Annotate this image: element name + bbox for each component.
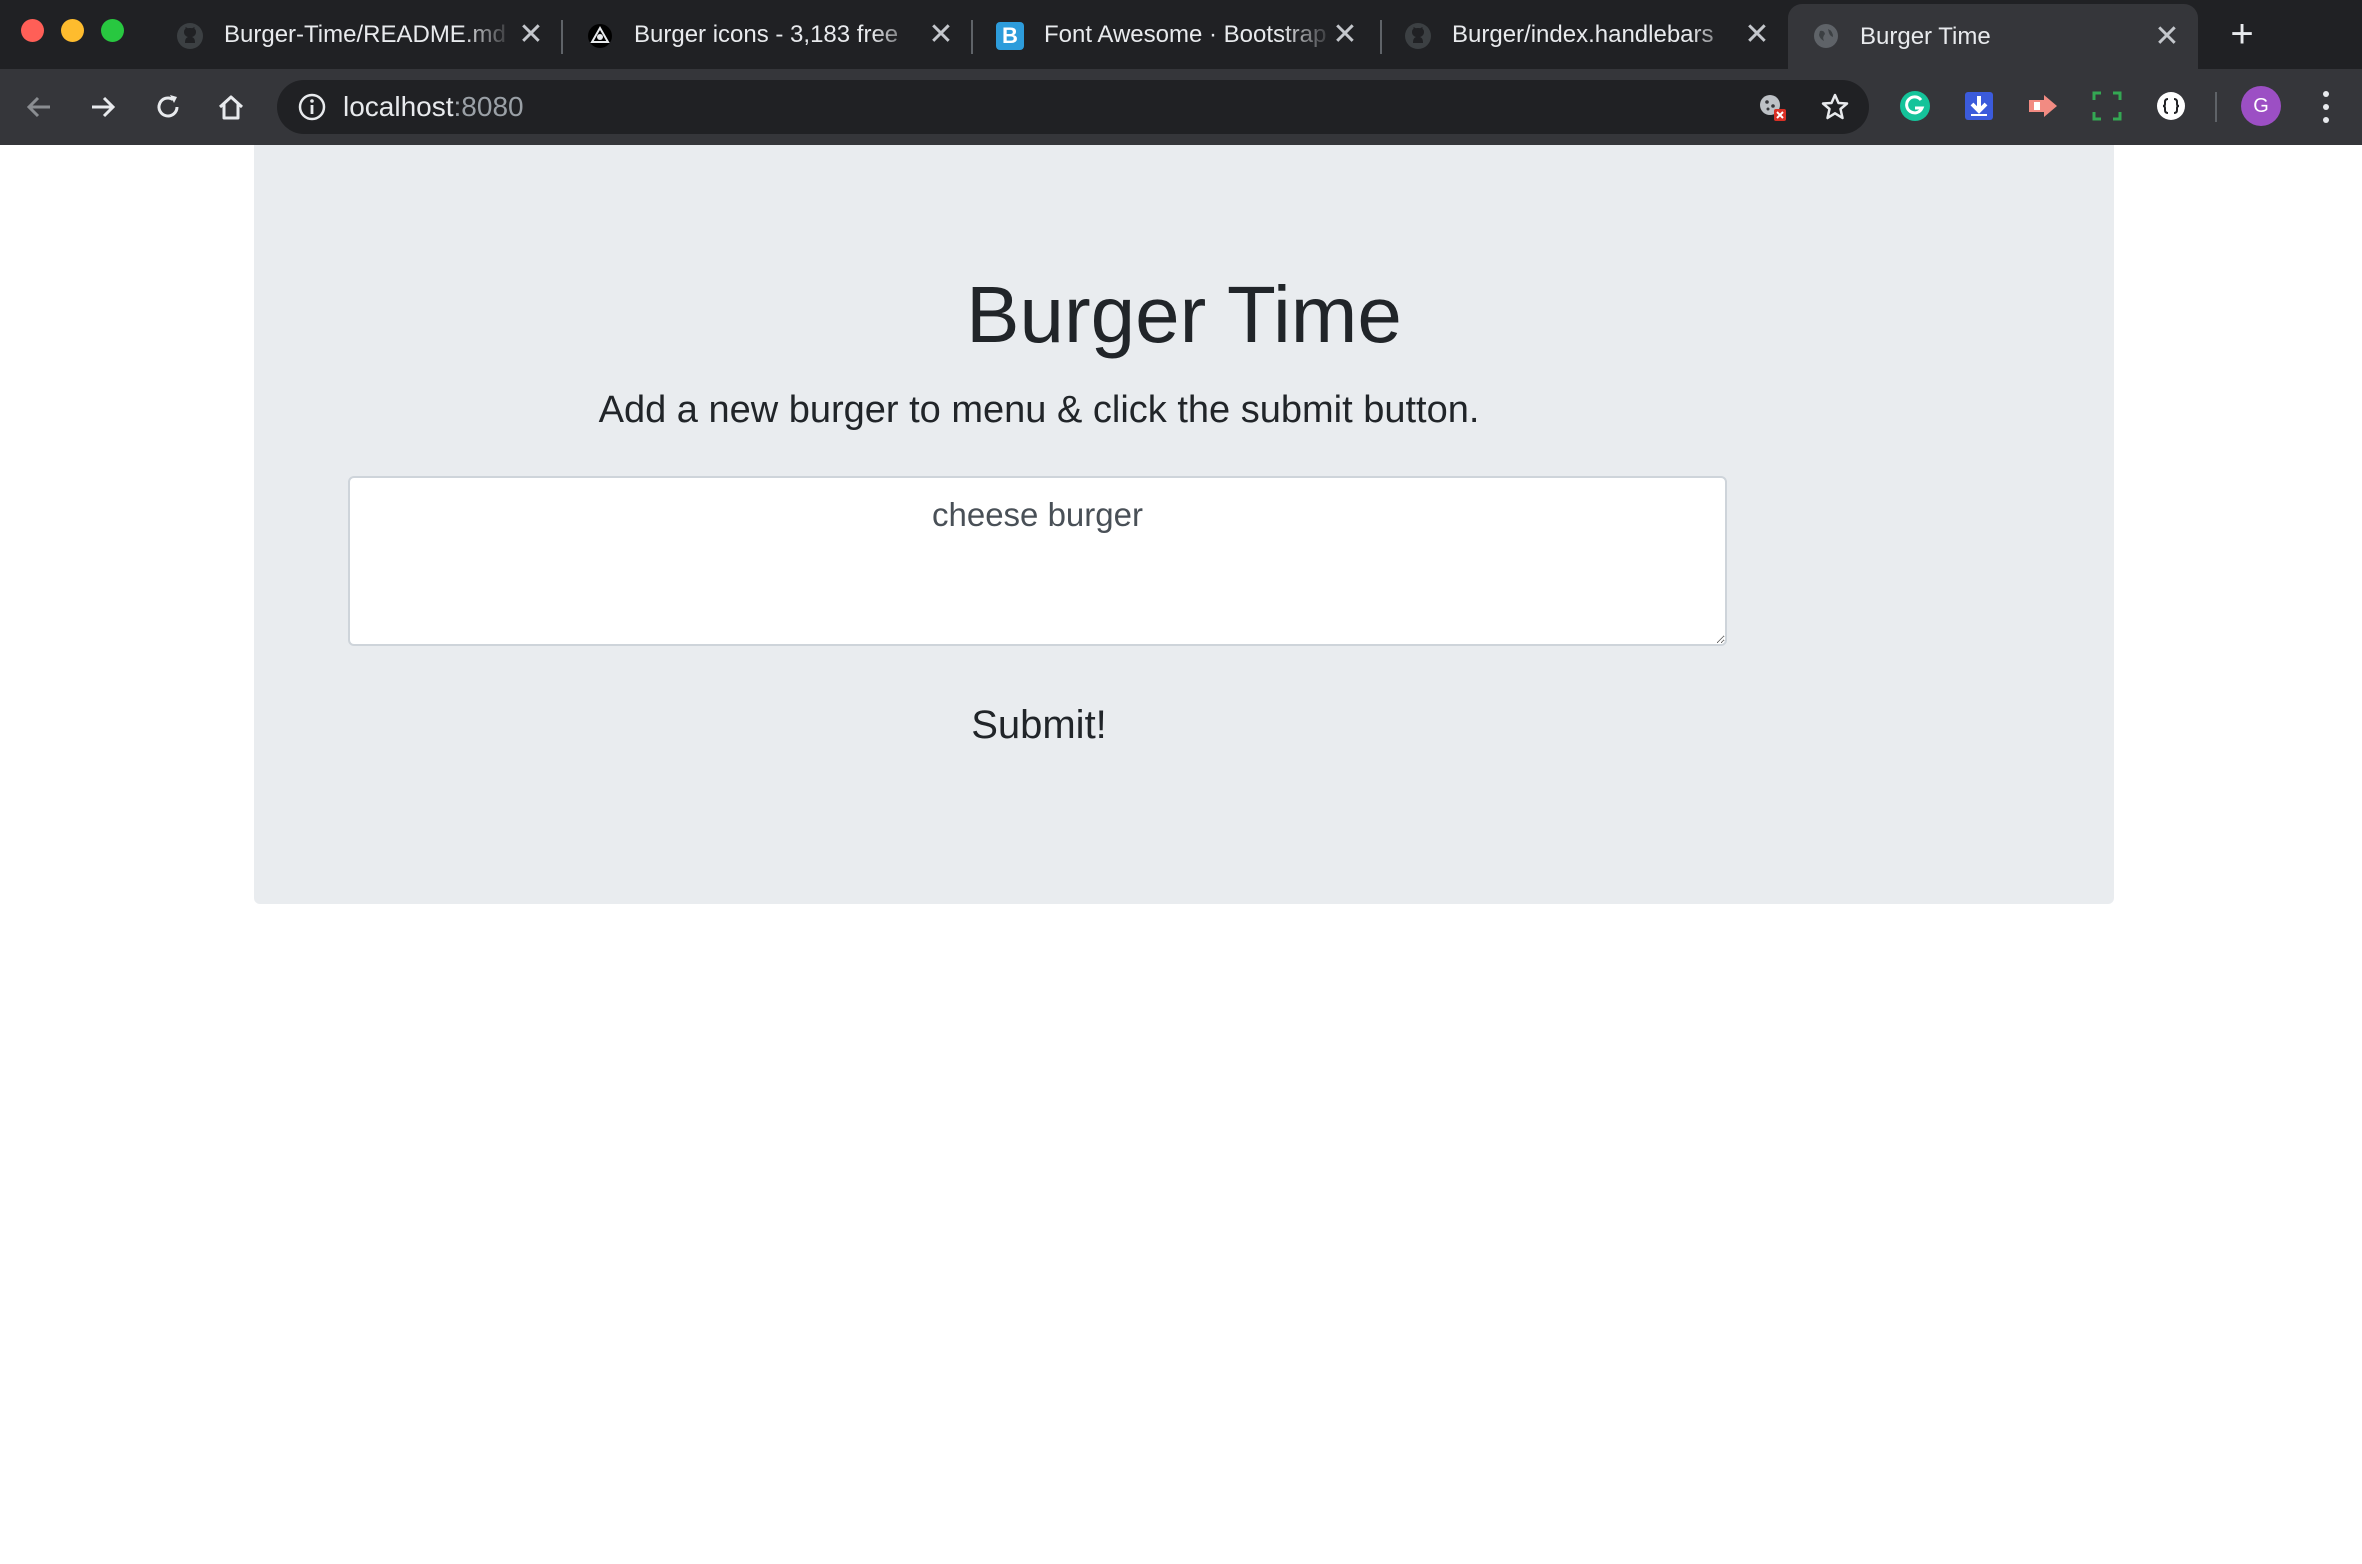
new-tab-button[interactable]: + <box>2222 14 2262 54</box>
github-icon <box>176 22 204 50</box>
tab-divider <box>561 20 563 54</box>
close-icon[interactable]: ✕ <box>1742 20 1772 50</box>
tab-burger-time-readme[interactable]: Burger-Time/README.md ✕ <box>176 6 552 64</box>
page-title: Burger Time <box>966 270 1402 359</box>
tab-burger-index-handlebars[interactable]: Burger/index.handlebars ✕ <box>1404 6 1780 64</box>
arrow-left-icon <box>26 96 50 118</box>
close-icon[interactable]: ✕ <box>926 20 956 50</box>
screenshot-frame-icon <box>2092 91 2122 121</box>
window-zoom-button[interactable] <box>101 19 124 42</box>
video-extension[interactable] <box>2025 88 2061 124</box>
tab-divider <box>971 20 973 54</box>
download-extension[interactable] <box>1961 88 1997 124</box>
jumbotron: Burger Time Add a new burger to menu & c… <box>254 145 2114 904</box>
burger-name-input[interactable]: cheese burger <box>348 476 1727 646</box>
bootstrap-icon: B <box>996 22 1024 50</box>
window-minimize-button[interactable] <box>61 19 84 42</box>
tab-divider <box>1380 20 1382 54</box>
grammarly-icon <box>1900 91 1930 121</box>
url-host: localhost <box>343 91 454 122</box>
github-icon <box>1404 22 1432 50</box>
window-close-button[interactable] <box>21 19 44 42</box>
browser-tab-strip: Burger-Time/README.md ✕ Burger icons - 3… <box>0 0 2362 69</box>
bootstrap-letter: B <box>1002 23 1018 48</box>
cookie-blocked-icon[interactable] <box>1757 92 1787 122</box>
bookmark-star-icon[interactable] <box>1820 92 1850 122</box>
globe-icon <box>1812 22 1840 50</box>
tab-burger-time-active[interactable]: Burger Time ✕ <box>1788 4 2198 69</box>
json-extension[interactable] <box>2153 88 2189 124</box>
menu-dot <box>2323 103 2329 110</box>
braces-icon <box>2157 92 2185 120</box>
forward-button[interactable] <box>84 88 122 126</box>
url-port: :8080 <box>453 91 524 122</box>
screenshot-extension[interactable] <box>2089 88 2125 124</box>
noun-project-icon <box>586 22 614 50</box>
menu-dot <box>2323 116 2329 123</box>
page-instructions: Add a new burger to menu & click the sub… <box>598 389 1480 431</box>
tab-title: Burger icons - 3,183 free <box>634 21 899 48</box>
tab-title: Burger-Time/README.md <box>224 21 506 48</box>
menu-dot <box>2323 91 2329 98</box>
home-button[interactable] <box>212 88 250 126</box>
browser-toolbar: localhost:8080 G <box>0 69 2362 145</box>
download-arrow-icon <box>1965 92 1993 120</box>
close-icon[interactable]: ✕ <box>1330 20 1360 50</box>
grammarly-extension[interactable] <box>1897 88 1933 124</box>
home-icon <box>218 95 244 120</box>
url-text[interactable]: localhost:8080 <box>343 80 524 134</box>
browser-menu-icon[interactable] <box>2318 88 2334 126</box>
reload-icon <box>157 95 179 118</box>
tab-font-awesome-bootstrap[interactable]: B Font Awesome · Bootstrap ✕ <box>996 6 1372 64</box>
tab-title: Burger/index.handlebars <box>1452 21 1714 48</box>
address-bar[interactable]: localhost:8080 <box>277 80 1869 134</box>
tab-title: Burger Time <box>1860 23 1991 50</box>
submit-button[interactable]: Submit! <box>954 690 1124 760</box>
video-arrow-icon <box>2029 95 2057 117</box>
close-icon[interactable]: ✕ <box>2152 22 2182 52</box>
toolbar-divider <box>2215 92 2217 122</box>
arrow-right-icon <box>92 96 116 118</box>
profile-avatar[interactable]: G <box>2241 86 2281 126</box>
reload-button[interactable] <box>149 88 187 126</box>
tab-burger-icons[interactable]: Burger icons - 3,183 free ✕ <box>586 6 962 64</box>
info-icon[interactable] <box>297 92 327 122</box>
tab-title: Font Awesome · Bootstrap <box>1044 21 1327 48</box>
close-icon[interactable]: ✕ <box>516 20 546 50</box>
back-button[interactable] <box>20 88 58 126</box>
